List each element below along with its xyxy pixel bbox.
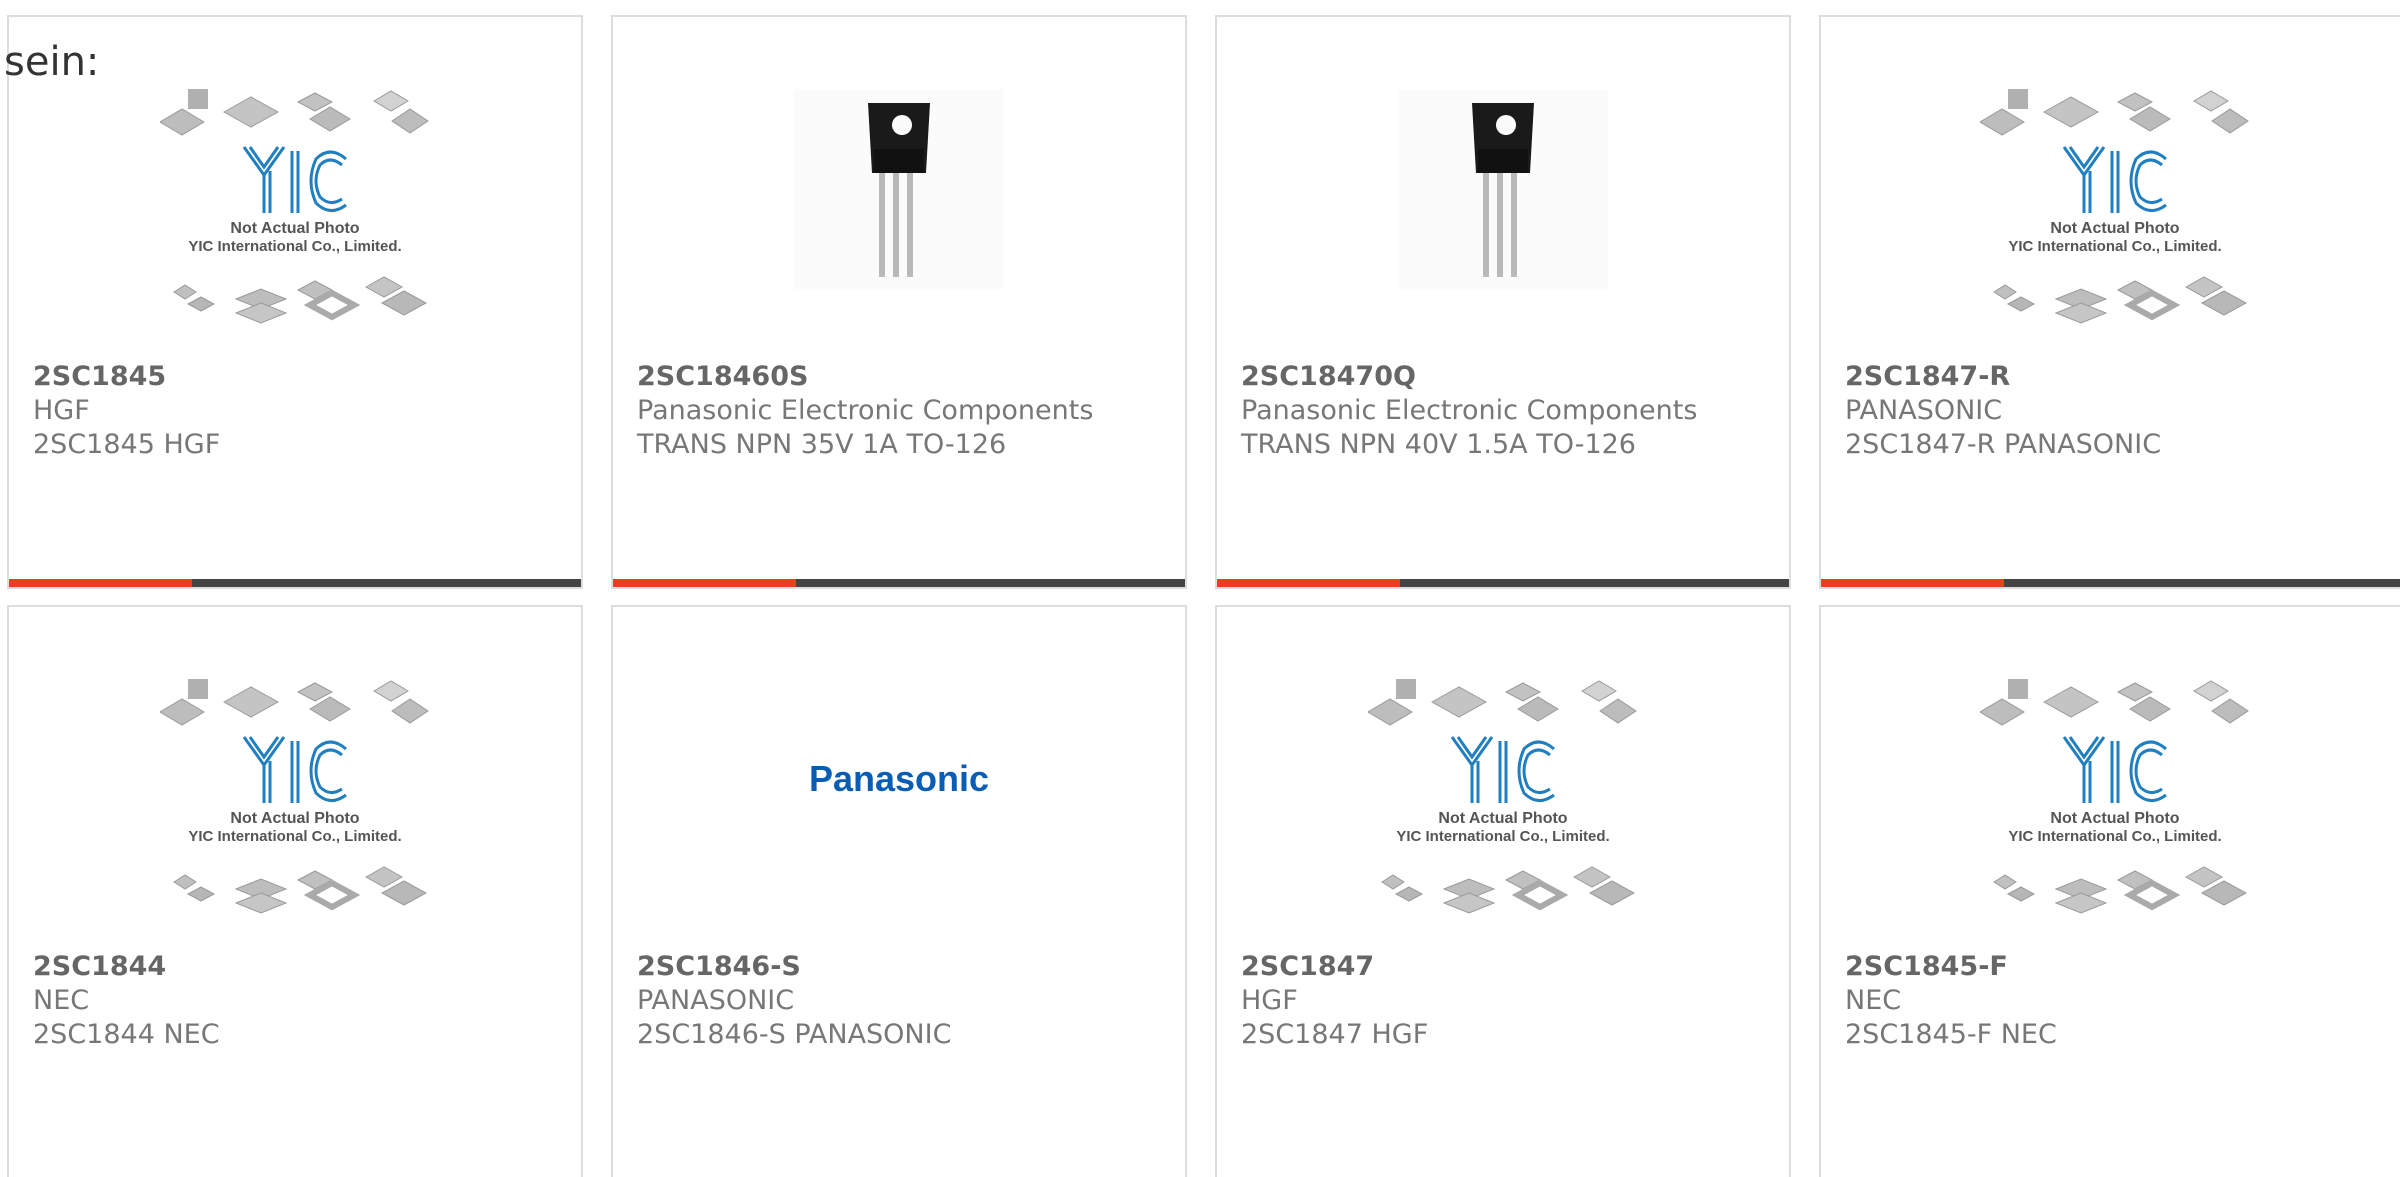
description: 2SC1845 HGF	[33, 429, 221, 460]
to126-transistor-icon	[794, 89, 1004, 289]
product-image[interactable]: Not Actual Photo YIC International Co., L…	[9, 679, 581, 954]
product-card[interactable]: 2SC18460S Panasonic Electronic Component…	[611, 15, 1187, 589]
placeholder-caption-line1: Not Actual Photo	[2050, 810, 2179, 827]
description: 2SC1846-S PANASONIC	[637, 1019, 952, 1050]
product-card[interactable]: Not Actual Photo YIC International Co., L…	[1215, 605, 1791, 1177]
product-grid: Not Actual Photo YIC International Co., L…	[7, 15, 2400, 1177]
manufacturer: HGF	[33, 395, 90, 426]
product-image[interactable]: Not Actual Photo YIC International Co., L…	[1821, 89, 2400, 364]
manufacturer: PANASONIC	[637, 985, 795, 1016]
product-card[interactable]: Panasonic 2SC1846-S PANASONIC 2SC1846-S …	[611, 605, 1187, 1177]
part-number[interactable]: 2SC1844	[33, 949, 571, 984]
part-number[interactable]: 2SC1845-F	[1845, 949, 2399, 984]
product-card[interactable]: Not Actual Photo YIC International Co., L…	[7, 15, 583, 589]
yic-placeholder-icon: Not Actual PhotoYIC International Co., L…	[160, 679, 429, 914]
card-bottom-bar	[1821, 579, 2400, 587]
part-number[interactable]: 2SC1847	[1241, 949, 1779, 984]
placeholder-caption-line2: YIC International Co., Limited.	[1396, 828, 1609, 845]
accent-bar	[9, 579, 192, 587]
accent-bar	[1217, 579, 1400, 587]
product-image[interactable]	[613, 89, 1185, 364]
description: TRANS NPN 40V 1.5A TO-126	[1241, 429, 1636, 460]
product-image[interactable]	[1217, 89, 1789, 364]
manufacturer: Panasonic Electronic Components	[637, 395, 1094, 426]
placeholder-caption-line2: YIC International Co., Limited.	[188, 828, 401, 845]
product-card[interactable]: 2SC18470Q Panasonic Electronic Component…	[1215, 15, 1791, 589]
product-image[interactable]: Not Actual Photo YIC International Co., L…	[1821, 679, 2400, 954]
part-number[interactable]: 2SC18470Q	[1241, 359, 1779, 394]
product-card[interactable]: Not Actual Photo YIC International Co., L…	[1819, 605, 2400, 1177]
product-image[interactable]: Not Actual Photo YIC International Co., L…	[1217, 679, 1789, 954]
manufacturer: PANASONIC	[1845, 395, 2003, 426]
placeholder-caption-line1: Not Actual Photo	[2050, 220, 2179, 237]
manufacturer: Panasonic Electronic Components	[1241, 395, 1698, 426]
description: 2SC1847-R PANASONIC	[1845, 429, 2162, 460]
manufacturer: NEC	[33, 985, 90, 1016]
accent-bar	[613, 579, 796, 587]
product-card[interactable]: Not Actual Photo YIC International Co., L…	[7, 605, 583, 1177]
yic-placeholder-icon: Not Actual PhotoYIC International Co., L…	[1980, 89, 2249, 324]
yic-placeholder-icon: Not Actual PhotoYIC International Co., L…	[1980, 679, 2249, 914]
placeholder-caption-line2: YIC International Co., Limited.	[2008, 238, 2221, 255]
description: 2SC1845-F NEC	[1845, 1019, 2057, 1050]
product-card[interactable]: Not Actual Photo YIC International Co., L…	[1819, 15, 2400, 589]
card-bottom-bar	[1217, 579, 1789, 587]
product-image[interactable]: Not Actual Photo YIC International Co., L…	[9, 89, 581, 364]
panasonic-logo-icon: Panasonic	[809, 758, 989, 799]
placeholder-caption-line1: Not Actual Photo	[230, 810, 359, 827]
placeholder-caption-line2: YIC International Co., Limited.	[188, 238, 401, 255]
product-image[interactable]: Panasonic	[613, 679, 1185, 954]
intro-text: sein:	[4, 39, 100, 85]
yic-placeholder-icon: Not Actual PhotoYIC International Co., L…	[1368, 679, 1637, 914]
manufacturer: NEC	[1845, 985, 1902, 1016]
panasonic-logo-text: Panasonic	[809, 758, 989, 799]
yic-placeholder-icon: Not Actual PhotoYIC International Co., L…	[160, 89, 429, 324]
placeholder-caption-line1: Not Actual Photo	[1438, 810, 1567, 827]
part-number[interactable]: 2SC18460S	[637, 359, 1175, 394]
placeholder-caption-line1: Not Actual Photo	[230, 220, 359, 237]
card-bottom-bar	[613, 579, 1185, 587]
accent-bar	[1821, 579, 2004, 587]
card-bottom-bar	[9, 579, 581, 587]
part-number[interactable]: 2SC1847-R	[1845, 359, 2399, 394]
description: TRANS NPN 35V 1A TO-126	[637, 429, 1007, 460]
description: 2SC1844 NEC	[33, 1019, 220, 1050]
part-number[interactable]: 2SC1846-S	[637, 949, 1175, 984]
manufacturer: HGF	[1241, 985, 1298, 1016]
to126-transistor-icon	[1398, 89, 1608, 289]
placeholder-caption-line2: YIC International Co., Limited.	[2008, 828, 2221, 845]
description: 2SC1847 HGF	[1241, 1019, 1429, 1050]
part-number[interactable]: 2SC1845	[33, 359, 571, 394]
